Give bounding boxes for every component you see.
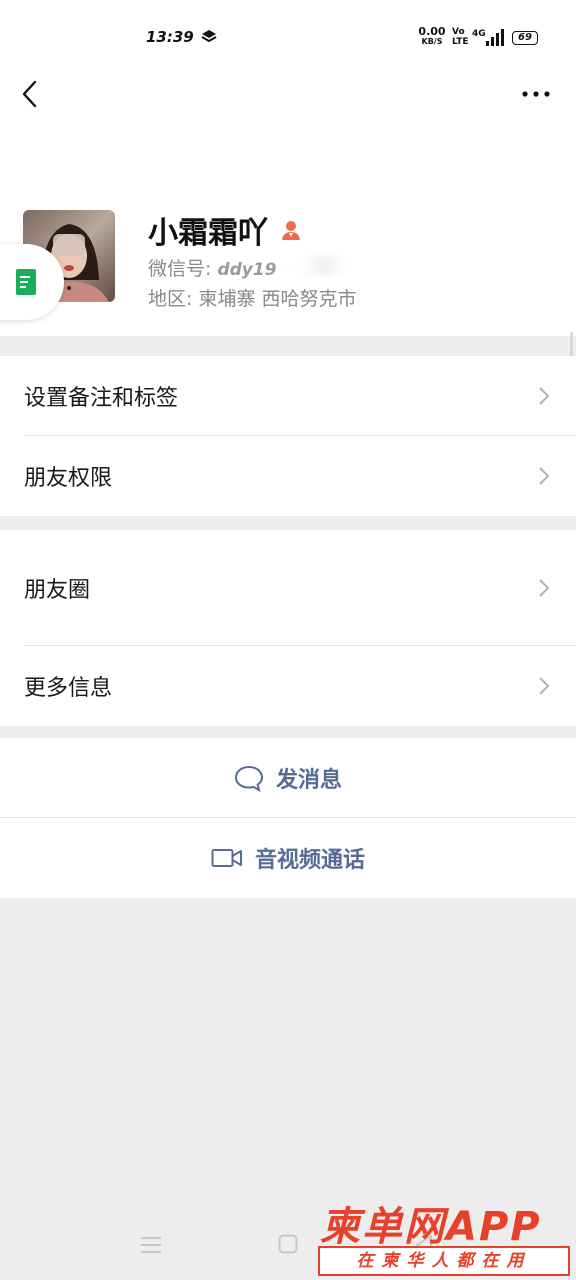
region-label: 地区:	[148, 288, 193, 310]
chevron-right-icon	[539, 677, 550, 695]
menu-item-more-info[interactable]: 更多信息	[0, 646, 576, 726]
wechat-id: 微信号: ddy19	[148, 254, 277, 281]
watermark: 柬单网APP 在柬华人都在用	[316, 1194, 572, 1278]
document-icon	[16, 269, 36, 295]
menu-item-label: 朋友权限	[24, 466, 113, 491]
menu-item-label: 朋友圈	[24, 578, 91, 603]
video-camera-icon	[211, 849, 242, 867]
region-value: 柬埔寨 西哈努克市	[198, 288, 357, 310]
signal-icon: 4G	[472, 29, 504, 46]
battery-indicator: 69	[512, 31, 538, 45]
region: 地区: 柬埔寨 西哈努克市	[148, 284, 357, 311]
profile-header: 小霜霜吖 微信号: ddy19 地区: 柬埔寨 西哈努克市	[0, 124, 576, 336]
recent-apps-icon[interactable]	[140, 1234, 162, 1256]
watermark-title: 柬单网APP	[320, 1204, 542, 1250]
chevron-right-icon	[539, 467, 550, 485]
chevron-right-icon	[539, 579, 550, 597]
menu-group-remarks: 设置备注和标签 朋友权限	[0, 356, 576, 516]
home-icon[interactable]	[278, 1234, 298, 1254]
send-message-label: 发消息	[275, 768, 342, 793]
star-friend-icon	[282, 221, 300, 240]
video-call-label: 音视频通话	[254, 848, 365, 873]
layers-icon	[201, 30, 217, 43]
wechat-id-label: 微信号:	[148, 258, 212, 280]
chat-bubble-icon	[234, 765, 263, 792]
action-group: 发消息 音视频通话	[0, 738, 576, 898]
menu-group-moments: 朋友圈 更多信息	[0, 530, 576, 726]
redaction-blur	[274, 256, 346, 276]
menu-item-moments[interactable]: 朋友圈	[0, 530, 576, 646]
send-message-button[interactable]: 发消息	[0, 738, 576, 818]
wechat-id-value: ddy19	[217, 260, 277, 280]
menu-item-friend-permissions[interactable]: 朋友权限	[0, 436, 576, 516]
chevron-right-icon	[539, 387, 550, 405]
watermark-subtitle: 在柬华人都在用	[318, 1246, 570, 1276]
nav-bar	[0, 64, 576, 124]
video-call-button[interactable]: 音视频通话	[0, 818, 576, 898]
menu-item-label: 设置备注和标签	[24, 386, 179, 411]
volte-indicator: Vo LTE	[452, 27, 469, 47]
more-options-icon[interactable]	[518, 80, 554, 108]
menu-item-label: 更多信息	[24, 676, 113, 701]
status-time: 13:39	[146, 28, 194, 46]
net-speed: 0.00 KB/S	[418, 25, 446, 46]
status-bar: 13:39 0.00 KB/S Vo LTE 4G 69	[0, 0, 576, 64]
nickname: 小霜霜吖	[148, 216, 268, 251]
network-type-label: 4G	[472, 29, 486, 39]
back-arrow-icon[interactable]	[16, 78, 44, 110]
menu-item-remarks-tags[interactable]: 设置备注和标签	[0, 356, 576, 436]
